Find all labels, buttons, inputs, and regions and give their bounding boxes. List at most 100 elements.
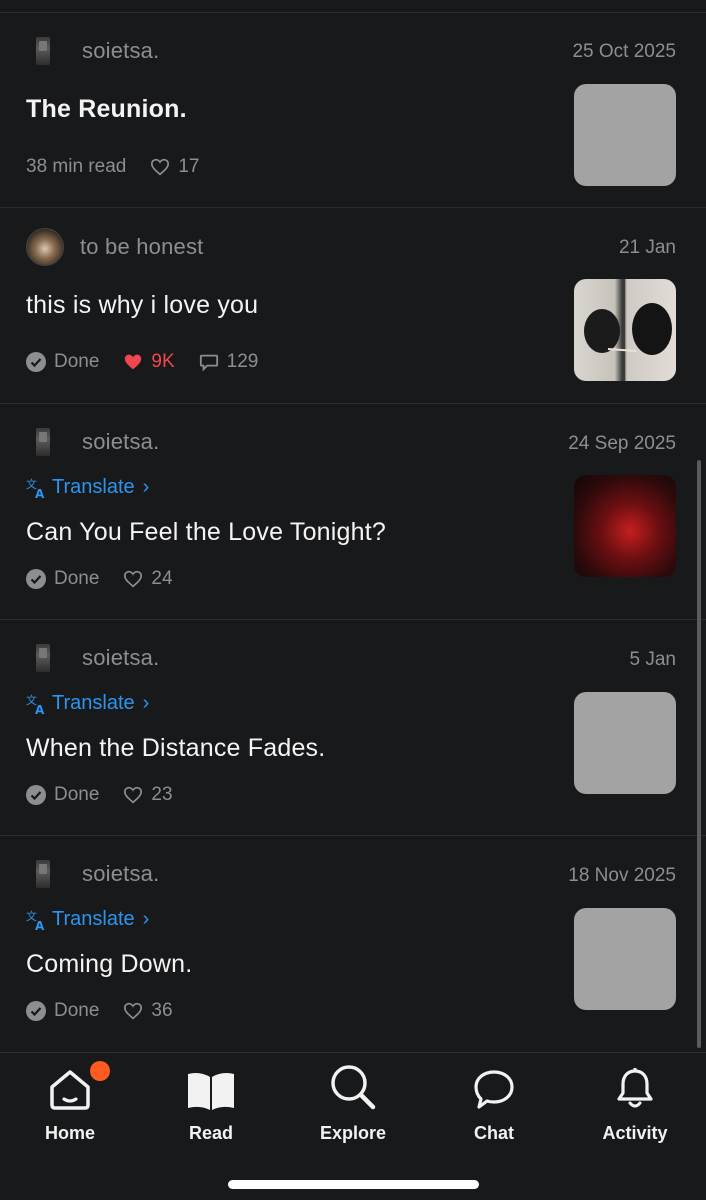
read-time: 38 min read [26, 156, 127, 177]
svg-text:A: A [35, 703, 45, 715]
status-label: Done [54, 1000, 100, 1021]
story-date: 21 Jan [618, 237, 676, 258]
avatar[interactable] [36, 644, 50, 672]
tab-read[interactable]: Read [151, 1065, 271, 1144]
translate-label: Translate [52, 476, 135, 498]
story-card[interactable]: soietsa. 25 Oct 2025 The Reunion. 38 min… [0, 13, 706, 208]
author-row[interactable]: to be honest [26, 228, 204, 266]
story-cover[interactable] [574, 692, 676, 794]
likes-count: 36 [151, 1000, 173, 1021]
likes-count: 24 [151, 568, 173, 589]
check-circle-icon [26, 785, 46, 805]
avatar[interactable] [36, 860, 50, 888]
translate-link[interactable]: 文A Translate › [26, 476, 149, 499]
tab-home[interactable]: Home [10, 1061, 130, 1144]
bell-icon [617, 1068, 653, 1108]
story-meta: Done 9K 129 [26, 351, 282, 373]
tab-explore[interactable]: Explore [293, 1065, 413, 1144]
translate-link[interactable]: 文A Translate › [26, 908, 149, 931]
avatar[interactable] [36, 428, 50, 456]
story-title[interactable]: Can You Feel the Love Tonight? [26, 518, 386, 547]
check-circle-icon [26, 352, 46, 372]
chat-icon [474, 1070, 514, 1109]
likes[interactable]: 17 [150, 156, 199, 178]
status: Done [26, 784, 99, 806]
translate-label: Translate [52, 908, 135, 930]
likes[interactable]: 23 [123, 784, 173, 806]
likes[interactable]: 36 [123, 1000, 173, 1022]
home-indicator[interactable] [228, 1180, 479, 1189]
translate-icon: 文A [26, 909, 45, 931]
likes-count: 9K [151, 351, 175, 372]
story-card[interactable]: soietsa. 5 Jan 文A Translate › When the D… [0, 620, 706, 836]
author-name[interactable]: soietsa. [82, 861, 159, 887]
status: Done [26, 1000, 99, 1022]
story-date: 5 Jan [629, 649, 676, 670]
check-circle-icon [26, 569, 46, 589]
story-date: 18 Nov 2025 [568, 865, 676, 886]
comments[interactable]: 129 [199, 351, 259, 373]
chevron-right-icon: › [142, 908, 150, 930]
author-name[interactable]: soietsa. [82, 429, 159, 455]
chevron-right-icon: › [142, 692, 150, 714]
avatar[interactable] [36, 37, 50, 65]
tab-chat[interactable]: Chat [434, 1065, 554, 1144]
translate-icon: 文A [26, 477, 45, 499]
status: Done [26, 351, 99, 373]
status: Done [26, 568, 99, 590]
tab-activity[interactable]: Activity [575, 1065, 695, 1144]
heart-icon [124, 1002, 143, 1020]
story-title[interactable]: this is why i love you [26, 291, 258, 320]
heart-icon [124, 570, 143, 588]
status-label: Done [54, 568, 100, 589]
story-meta: Done 23 [26, 784, 197, 806]
tab-label: Home [44, 1123, 95, 1143]
story-title[interactable]: The Reunion. [26, 95, 187, 124]
tab-label: Chat [474, 1123, 514, 1143]
author-row[interactable]: soietsa. [26, 644, 159, 672]
story-title[interactable]: When the Distance Fades. [26, 734, 325, 763]
story-card[interactable]: soietsa. 24 Sep 2025 文A Translate › Can … [0, 404, 706, 620]
translate-icon: 文A [26, 693, 45, 715]
check-circle-icon [26, 1001, 46, 1021]
story-title[interactable]: Coming Down. [26, 950, 192, 979]
notification-badge [90, 1061, 110, 1081]
story-card[interactable]: soietsa. 18 Nov 2025 文A Translate › Comi… [0, 836, 706, 1052]
heart-icon [151, 158, 170, 176]
likes-count: 17 [178, 156, 200, 177]
status-label: Done [54, 784, 100, 805]
story-cover[interactable] [574, 475, 676, 577]
tab-label: Activity [602, 1123, 668, 1143]
scrollbar[interactable] [697, 460, 701, 1048]
story-date: 24 Sep 2025 [568, 433, 676, 454]
author-row[interactable]: soietsa. [26, 428, 159, 456]
svg-text:A: A [35, 919, 45, 931]
comments-count: 129 [226, 351, 259, 372]
tab-label: Explore [319, 1123, 387, 1143]
story-cover[interactable] [574, 279, 676, 381]
comment-icon [199, 354, 218, 372]
author-name[interactable]: to be honest [80, 234, 204, 260]
likes[interactable]: 24 [123, 568, 173, 590]
story-card[interactable]: to be honest 21 Jan this is why i love y… [0, 208, 706, 404]
author-row[interactable]: soietsa. [26, 37, 159, 65]
heart-filled-icon [125, 354, 142, 370]
story-meta: 38 min read 17 [26, 156, 223, 178]
story-cover[interactable] [574, 84, 676, 186]
search-icon [331, 1065, 376, 1110]
translate-label: Translate [52, 692, 135, 714]
author-row[interactable]: soietsa. [26, 860, 159, 888]
likes[interactable]: 9K [123, 351, 175, 373]
likes-count: 23 [151, 784, 173, 805]
avatar[interactable] [26, 228, 64, 266]
translate-link[interactable]: 文A Translate › [26, 692, 149, 715]
story-cover[interactable] [574, 908, 676, 1010]
bottom-tab-bar: Home Read Explore Chat Activity [0, 1052, 706, 1200]
tab-label: Read [188, 1123, 233, 1143]
author-name[interactable]: soietsa. [82, 38, 159, 64]
book-icon [188, 1073, 234, 1110]
story-meta: Done 24 [26, 568, 197, 590]
story-meta: Done 36 [26, 1000, 197, 1022]
author-name[interactable]: soietsa. [82, 645, 159, 671]
svg-text:A: A [35, 487, 45, 499]
